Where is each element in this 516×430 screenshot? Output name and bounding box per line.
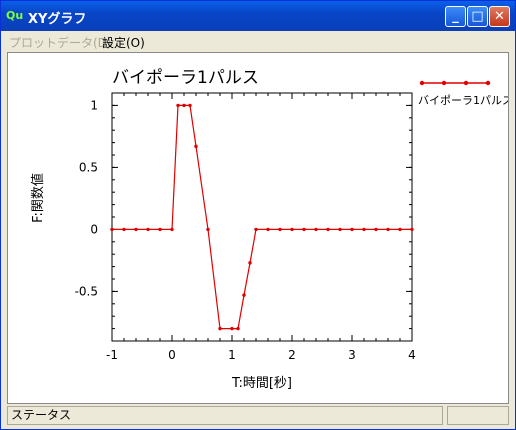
app-icon: Qu <box>6 9 24 22</box>
data-point <box>122 227 126 232</box>
data-point <box>176 103 180 108</box>
y-tick-labels: 1 0.5 0 -0.5 <box>75 98 98 298</box>
data-point <box>338 227 342 232</box>
x-tick-label: 1 <box>228 348 236 362</box>
data-point <box>326 227 330 232</box>
data-point <box>350 227 354 232</box>
x-tick-label: -1 <box>106 348 118 362</box>
x-tick-label: 3 <box>348 348 356 362</box>
status-bar: ステータス <box>7 406 509 426</box>
data-point <box>254 227 258 232</box>
data-point <box>230 326 234 331</box>
data-point <box>314 227 318 232</box>
status-text: ステータス <box>7 406 443 425</box>
x-tick-label: 0 <box>168 348 176 362</box>
legend-marker <box>419 80 425 86</box>
legend-marker <box>463 80 469 86</box>
maximize-button[interactable]: □ <box>467 6 488 27</box>
data-point <box>158 227 162 232</box>
x-tick-label: 2 <box>288 348 296 362</box>
data-point <box>374 227 378 232</box>
x-axis-label: T:時間[秒] <box>231 376 292 391</box>
menu-plot-data[interactable]: プロットデータ(D) <box>9 34 112 51</box>
series-line <box>112 104 412 330</box>
data-point <box>194 144 198 149</box>
data-point <box>290 227 294 232</box>
close-button[interactable]: ✕ <box>489 6 510 27</box>
data-point <box>242 293 246 297</box>
legend: バイポーラ1パルス <box>418 80 513 107</box>
data-point <box>302 227 306 232</box>
data-point <box>278 227 282 232</box>
data-point <box>134 227 138 232</box>
data-point <box>110 227 114 232</box>
chart-title: バイポーラ1パルス <box>112 68 259 88</box>
legend-marker <box>441 80 447 86</box>
title-bar[interactable]: Qu XYグラフ _ □ ✕ <box>1 1 515 31</box>
data-point <box>236 326 240 331</box>
x-tick-labels: -1 0 1 2 3 4 <box>106 348 416 362</box>
data-point <box>182 103 186 108</box>
maximize-icon: □ <box>471 9 484 24</box>
data-point <box>188 103 192 108</box>
x-tick-label: 4 <box>408 348 416 362</box>
plot-frame <box>111 92 413 342</box>
axis-ticks <box>111 92 413 342</box>
menu-settings[interactable]: 設定(O) <box>102 34 145 51</box>
minimize-button[interactable]: _ <box>445 6 466 27</box>
data-point <box>410 227 414 232</box>
chart: バイポーラ1パルス -1 0 1 2 3 4 1 0.5 0 -0.5 T:時間[秒] F:関数… <box>30 68 513 391</box>
close-icon: ✕ <box>494 9 505 24</box>
y-tick-label: 0.5 <box>79 160 98 174</box>
window-title: XYグラフ <box>28 12 87 27</box>
data-point <box>146 227 150 232</box>
y-tick-label: -0.5 <box>75 284 98 298</box>
data-point <box>170 227 174 232</box>
data-point <box>398 227 402 232</box>
data-point <box>206 227 210 232</box>
y-axis-label: F:関数値 <box>30 173 46 223</box>
legend-label: バイポーラ1パルス <box>418 94 508 107</box>
data-point <box>266 227 270 232</box>
data-point <box>362 227 366 232</box>
minimize-icon: _ <box>452 9 459 24</box>
menu-bar: プロットデータ(D) 設定(O) <box>1 31 515 51</box>
series-group <box>110 103 414 331</box>
graph-area: バイポーラ1パルス -1 0 1 2 3 4 1 0.5 0 -0.5 T:時間[秒] F:関数… <box>7 52 513 404</box>
app-window: Qu XYグラフ _ □ ✕ プロットデータ(D) 設定(O) バイポーラ1パル… <box>0 0 516 430</box>
data-point <box>386 227 390 232</box>
data-point <box>218 326 222 331</box>
data-point <box>248 261 252 265</box>
y-tick-label: 0 <box>90 222 98 236</box>
y-tick-label: 1 <box>90 98 98 112</box>
legend-marker <box>485 80 491 86</box>
status-panel-secondary <box>447 406 509 425</box>
